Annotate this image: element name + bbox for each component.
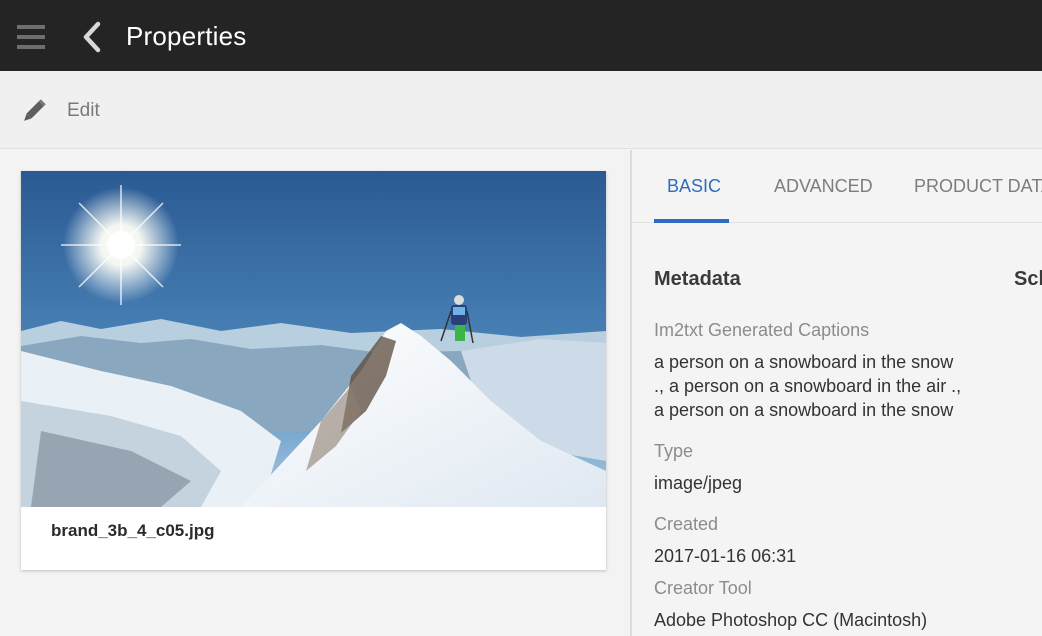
captions-label: Im2txt Generated Captions [654,320,870,340]
properties-panel: BASIC ADVANCED PRODUCT DATA Metadata Sch… [632,150,1042,636]
caption-line: a person on a snowboard in the snow [654,352,954,372]
back-button[interactable] [78,20,108,54]
top-bar: Properties [0,0,1042,71]
type-label: Type [654,441,694,461]
tab-advanced[interactable]: ADVANCED [774,176,873,197]
schema-section-title: Sch [1014,268,1042,290]
tab-bar: BASIC ADVANCED PRODUCT DATA [632,150,1042,223]
edit-label: Edit [67,100,100,121]
creator-tool-value: Adobe Photoshop CC (Macintosh) [654,610,928,630]
chevron-left-icon [83,21,101,53]
asset-card[interactable]: brand_3b_4_c05.jpg [21,171,606,570]
type-value: image/jpeg [654,473,743,493]
creator-tool-label: Creator Tool [654,578,752,598]
caption-line: a person on a snowboard in the snow [654,400,954,420]
tab-product-data[interactable]: PRODUCT DATA [914,176,1042,197]
caption-line: ., a person on a snowboard in the air ., [654,376,962,396]
metadata-section-title: Metadata [654,268,741,290]
page-title: Properties [126,21,247,51]
asset-filename: brand_3b_4_c05.jpg [51,521,215,540]
created-label: Created [654,514,719,534]
tab-basic[interactable]: BASIC [667,176,721,197]
edit-button[interactable]: Edit [18,95,100,127]
action-bar: Edit [0,71,1042,149]
asset-preview-panel: brand_3b_4_c05.jpg [0,150,630,636]
active-tab-indicator [654,219,729,223]
created-value: 2017-01-16 06:31 [654,546,797,566]
asset-thumbnail[interactable] [21,171,606,507]
pencil-icon [24,99,46,121]
hamburger-menu-icon[interactable] [17,25,45,49]
